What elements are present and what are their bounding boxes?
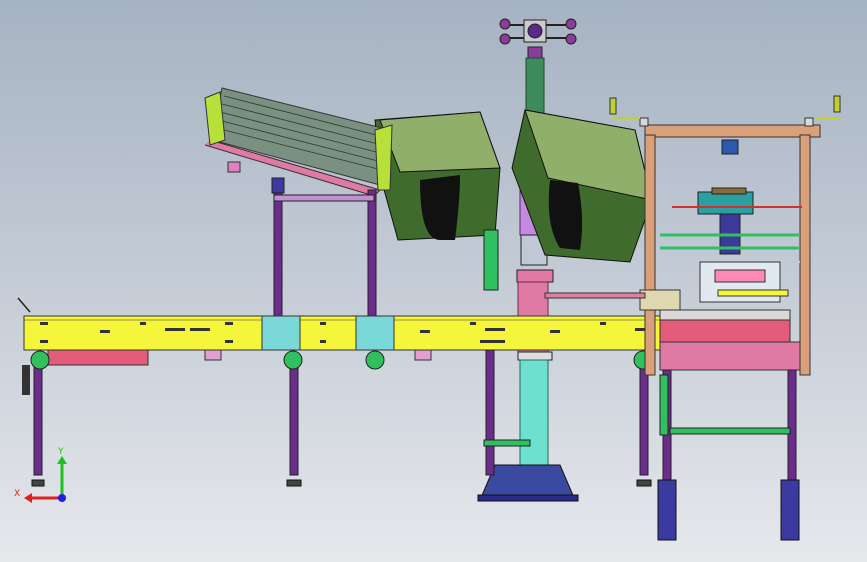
x-axis-label: X xyxy=(14,489,20,499)
robot-top-head[interactable] xyxy=(499,18,577,60)
feeder-support[interactable] xyxy=(271,177,377,321)
station-legs xyxy=(657,369,800,541)
cad-viewport[interactable]: Y X xyxy=(0,0,867,562)
station-conveyor[interactable] xyxy=(659,309,801,371)
y-axis-label: Y xyxy=(57,447,64,457)
main-conveyor[interactable] xyxy=(23,315,665,366)
z-axis-dot xyxy=(58,494,66,502)
incline-feeder[interactable] xyxy=(204,87,393,197)
station-gripper[interactable] xyxy=(544,261,789,311)
left-hopper[interactable] xyxy=(374,111,501,241)
machine-assembly-drawing[interactable]: Y X xyxy=(0,0,867,562)
station-motor[interactable] xyxy=(672,139,802,255)
